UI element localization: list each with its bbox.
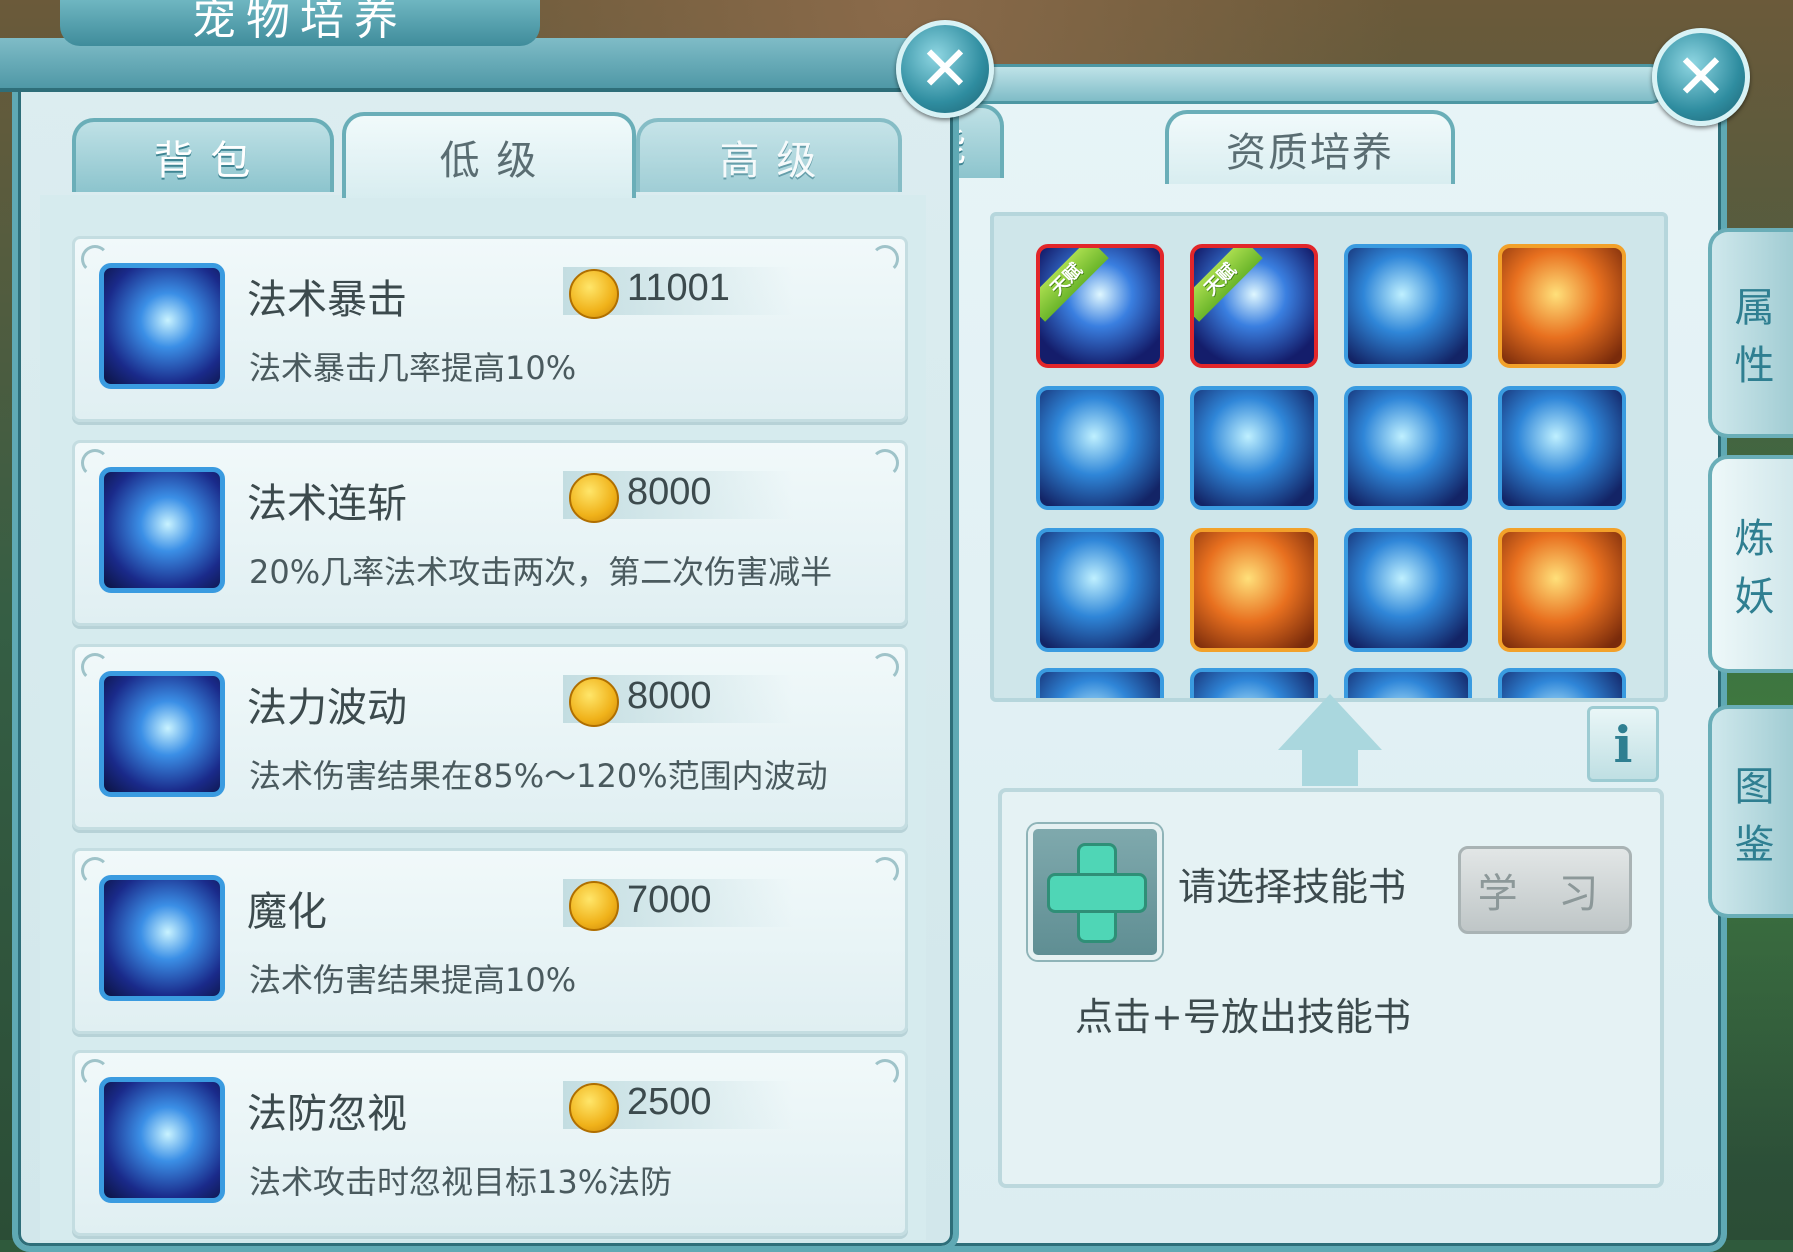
side-tab-attributes[interactable]: 属 性 (1708, 228, 1793, 438)
right-panel-header-bar (900, 64, 1666, 104)
gold-coin-icon (569, 881, 619, 931)
learn-hint-text: 点击+号放出技能书 (1075, 995, 1411, 1039)
skill-icon-partial[interactable] (1498, 668, 1626, 698)
ignore-defense-icon (99, 1077, 225, 1203)
side-tab-refine-char2: 妖 (1734, 574, 1775, 620)
gold-coin-icon (569, 473, 619, 523)
red-rage-face-icon[interactable] (1498, 244, 1626, 368)
side-tab-attributes-char1: 属 (1734, 285, 1775, 331)
tab-high-level[interactable]: 高 级 (636, 118, 902, 192)
close-right-panel-button[interactable]: ✕ (1652, 28, 1750, 126)
tab-backpack[interactable]: 背 包 (72, 118, 334, 192)
corner-ornament (871, 653, 899, 681)
gold-coin-icon (569, 677, 619, 727)
skill-description: 法术攻击时忽视目标13%法防 (249, 1163, 673, 1201)
skill-description: 法术暴击几率提高10% (249, 349, 577, 387)
yin-yang-swirl-icon[interactable] (1344, 244, 1472, 368)
shield-axe-icon[interactable] (1498, 386, 1626, 510)
skill-name: 魔化 (247, 889, 327, 935)
swift-boot-icon[interactable] (1190, 528, 1318, 652)
skill-card[interactable]: 魔化 7000 法术伤害结果提高10% (72, 848, 908, 1034)
tab-aptitude-training[interactable]: 资质培养 (1165, 110, 1455, 184)
blue-bubbles-icon[interactable] (1344, 386, 1472, 510)
side-tab-compendium-char2: 鉴 (1734, 821, 1775, 868)
gold-coin-icon (569, 1083, 619, 1133)
cracked-shield-icon[interactable] (1344, 528, 1472, 652)
side-tab-refine-char1: 炼 (1734, 516, 1775, 562)
skill-price: 8000 (627, 471, 712, 513)
spell-crit-icon (99, 263, 225, 389)
corner-ornament (871, 245, 899, 273)
mana-wave-icon (99, 671, 225, 797)
skill-name: 法防忽视 (247, 1091, 407, 1137)
red-blade-figure-icon[interactable] (1498, 528, 1626, 652)
skill-card[interactable]: 法力波动 8000 法术伤害结果在85%～120%范围内波动 (72, 644, 908, 830)
learn-button[interactable]: 学 习 (1458, 846, 1632, 934)
add-skill-book-slot[interactable] (1028, 824, 1162, 960)
skill-name: 法术连斩 (247, 481, 407, 527)
shield-swirl-icon[interactable] (1190, 386, 1318, 510)
panel-title: 宠物培养 (60, 0, 540, 46)
side-tab-refine-demon[interactable]: 炼 妖 (1708, 455, 1793, 673)
skill-name: 法术暴击 (247, 277, 407, 323)
side-tab-attributes-char2: 性 (1734, 343, 1775, 389)
skill-price: 11001 (627, 267, 730, 309)
blue-claw-icon[interactable] (1036, 528, 1164, 652)
skill-price: 7000 (627, 879, 712, 921)
skill-card[interactable]: 法防忽视 2500 法术攻击时忽视目标13%法防 (72, 1050, 908, 1236)
talent-badge: 天赋 (1194, 248, 1263, 322)
skill-icon-grid: 天赋 天赋 (990, 212, 1668, 702)
tab-low-level[interactable]: 低 级 (342, 112, 636, 198)
up-arrow-stem (1302, 748, 1358, 786)
corner-ornament (871, 857, 899, 885)
corner-ornament (871, 449, 899, 477)
skill-card[interactable]: 法术连斩 8000 20%几率法术攻击两次，第二次伤害减半 (72, 440, 908, 626)
skill-price: 8000 (627, 675, 712, 717)
skill-icon-partial[interactable] (1036, 668, 1164, 698)
up-arrow-icon (1278, 694, 1382, 750)
plus-icon-bar (1047, 873, 1147, 913)
talent-light-pillar-icon[interactable]: 天赋 (1036, 244, 1164, 368)
skill-description: 法术伤害结果提高10% (249, 961, 577, 999)
skill-description: 20%几率法术攻击两次，第二次伤害减半 (249, 553, 833, 591)
skill-name: 法力波动 (247, 685, 407, 731)
gold-coin-icon (569, 269, 619, 319)
select-skill-book-prompt: 请选择技能书 (1178, 865, 1407, 909)
side-tab-compendium-char1: 图 (1734, 763, 1775, 810)
talent-badge: 天赋 (1040, 248, 1109, 322)
skill-price: 2500 (627, 1081, 712, 1123)
demonize-icon (99, 875, 225, 1001)
skill-description: 法术伤害结果在85%～120%范围内波动 (249, 757, 828, 795)
info-button[interactable]: i (1587, 706, 1659, 782)
corner-ornament (871, 1059, 899, 1087)
talent-blood-strike-icon[interactable]: 天赋 (1190, 244, 1318, 368)
left-panel-top-bar (0, 38, 980, 92)
blue-slash-icon[interactable] (1036, 386, 1164, 510)
side-tab-compendium[interactable]: 图 鉴 (1708, 705, 1793, 918)
close-left-panel-button[interactable]: ✕ (896, 20, 994, 118)
skill-card[interactable]: 法术暴击 11001 法术暴击几率提高10% (72, 236, 908, 422)
spell-combo-icon (99, 467, 225, 593)
